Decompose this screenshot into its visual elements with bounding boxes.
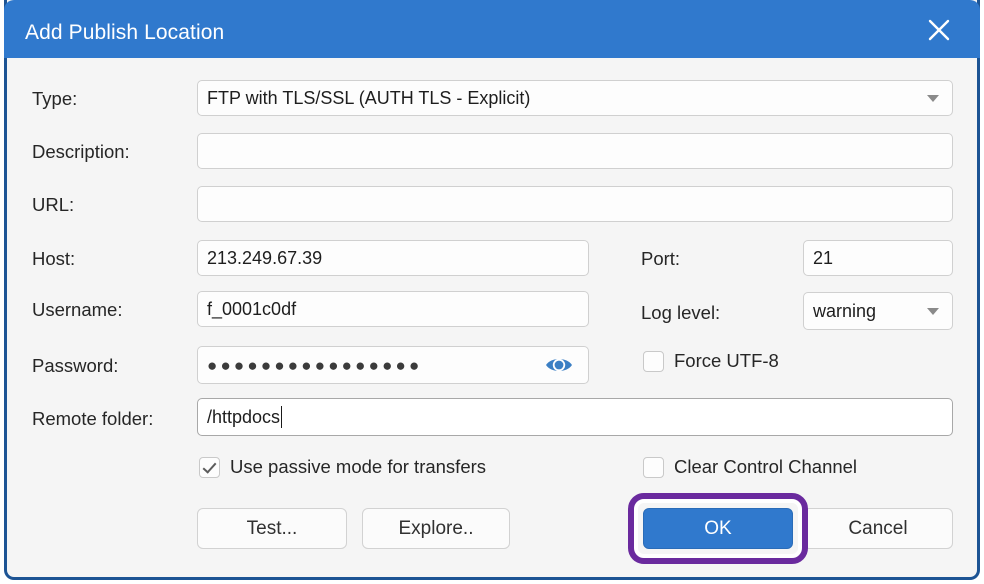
port-label: Port: (641, 248, 680, 270)
force-utf8-checkbox[interactable]: Force UTF-8 (643, 350, 779, 372)
log-level-label: Log level: (641, 302, 720, 324)
password-masked-value: ●●●●●●●●●●●●●●●● (207, 357, 423, 374)
username-label: Username: (32, 299, 122, 321)
url-label: URL: (32, 194, 74, 216)
remote-folder-label: Remote folder: (32, 408, 153, 430)
force-utf8-label: Force UTF-8 (674, 350, 779, 372)
dialog-titlebar: Add Publish Location (4, 0, 980, 58)
password-label: Password: (32, 355, 118, 377)
log-level-select[interactable]: warning (803, 292, 953, 330)
clear-control-channel-label: Clear Control Channel (674, 456, 857, 478)
checkbox-box (643, 351, 664, 372)
log-level-value: warning (813, 301, 876, 322)
test-button[interactable]: Test... (197, 508, 347, 549)
host-label: Host: (32, 248, 75, 270)
publish-location-form: Type: FTP with TLS/SSL (AUTH TLS - Expli… (7, 58, 977, 577)
username-input[interactable]: f_0001c0df (197, 291, 589, 327)
dialog-title: Add Publish Location (25, 21, 224, 45)
remote-folder-value: /httpdocs (207, 407, 280, 428)
ok-button[interactable]: OK (643, 508, 793, 549)
checkbox-box (199, 457, 220, 478)
explore-button[interactable]: Explore.. (362, 508, 510, 549)
type-select[interactable]: FTP with TLS/SSL (AUTH TLS - Explicit) (197, 80, 953, 116)
remote-folder-input[interactable]: /httpdocs (197, 398, 953, 436)
host-value: 213.249.67.39 (207, 248, 322, 269)
chevron-down-icon (927, 95, 939, 102)
url-input[interactable] (197, 186, 953, 222)
eye-icon[interactable] (544, 354, 574, 376)
passive-mode-label: Use passive mode for transfers (230, 456, 486, 478)
password-input[interactable]: ●●●●●●●●●●●●●●●● (197, 346, 589, 384)
description-input[interactable] (197, 133, 953, 169)
cancel-button[interactable]: Cancel (803, 508, 953, 549)
passive-mode-checkbox[interactable]: Use passive mode for transfers (199, 456, 486, 478)
type-select-value: FTP with TLS/SSL (AUTH TLS - Explicit) (207, 88, 530, 109)
description-label: Description: (32, 141, 130, 163)
port-input[interactable]: 21 (803, 240, 953, 276)
host-input[interactable]: 213.249.67.39 (197, 240, 589, 276)
chevron-down-icon (927, 308, 939, 315)
close-icon[interactable] (920, 11, 958, 49)
clear-control-channel-checkbox[interactable]: Clear Control Channel (643, 456, 857, 478)
port-value: 21 (813, 248, 833, 269)
text-caret (281, 406, 282, 428)
checkbox-box (643, 457, 664, 478)
add-publish-location-dialog: Add Publish Location Type: FTP with TLS/… (4, 0, 980, 580)
username-value: f_0001c0df (207, 299, 296, 320)
type-label: Type: (32, 88, 77, 110)
